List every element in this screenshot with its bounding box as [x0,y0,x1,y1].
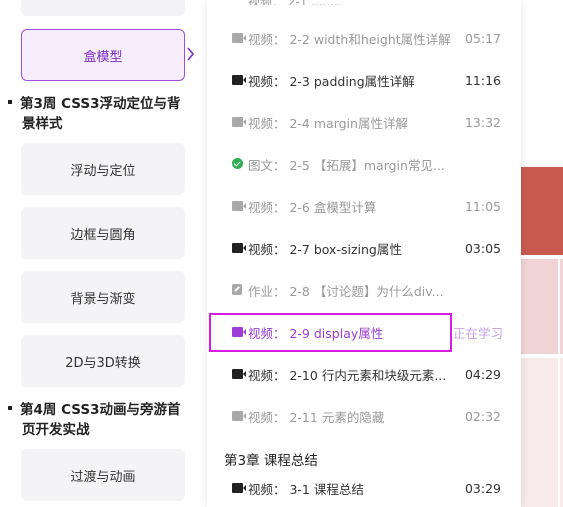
outline-card-previous[interactable] [21,0,185,16]
edit-task-icon [232,284,242,295]
lesson-title: 视频： 2-6 盒模型计算 [248,199,377,215]
week3-title-line2: 景样式 [22,116,63,132]
lesson-title: 视频： 2-2 width和height属性详解 [248,31,451,47]
lesson-duration: 02:32 [464,408,501,424]
lesson-row[interactable]: 视频： 2-4 margin属性详解 13:32 [207,110,521,134]
lesson-row[interactable]: 视频： 2-2 width和height属性详解 05:17 [207,26,521,50]
video-icon [232,33,246,43]
lesson-row[interactable]: 视频： 2-7 box-sizing属性 03:05 [207,236,521,260]
week4-title-line2: 页开发实战 [22,422,90,438]
lesson-title: 视频： 2-7 box-sizing属性 [248,241,402,257]
lesson-title: 视频： 2-10 行内元素和块级元素... [248,367,447,383]
week3-title-line1: 第3周 CSS3浮动定位与背 [20,96,181,112]
lesson-list-panel: 视频： 2-1 ........ 视频： 2-2 width和height属性详… [207,0,521,507]
lesson-row[interactable]: 视频： 2-11 元素的隐藏 02:32 [207,404,521,428]
lesson-row[interactable]: 视频： 2-10 行内元素和块级元素... 04:29 [207,362,521,386]
outline-card-2d-3d-transform[interactable]: 2D与3D转换 [21,335,185,387]
video-icon [232,411,246,421]
lesson-duration: 05:17 [464,30,501,46]
video-icon [232,369,246,379]
bullet-icon [8,100,12,104]
now-learning-badge: 正在学习 [453,325,504,341]
video-icon [232,483,246,493]
lesson-duration: 13:32 [464,114,501,130]
highlight-box [209,313,452,352]
lesson-duration: 11:16 [464,72,501,88]
lesson-title: 作业： 2-8 【讨论题】为什么div... [248,283,444,299]
decorative-block [521,259,558,354]
outline-card-background-gradient[interactable]: 背景与渐变 [21,271,185,323]
video-icon [232,117,246,127]
decorative-block [521,167,563,255]
lesson-title: 图文： 2-5 【拓展】margin常见... [248,157,445,173]
lesson-row-partial: 视频： 2-1 ........ [207,0,521,5]
lesson-title: 视频： 2-3 padding属性详解 [248,73,415,89]
bullet-icon [8,406,12,410]
lesson-row[interactable]: 视频： 2-6 盒模型计算 11:05 [207,194,521,218]
week4-title: 第4周 CSS3动画与旁游首 页开发实战 [8,400,198,440]
chevron-right-icon [186,46,198,62]
course-outline-sidebar: 盒模型 第3周 CSS3浮动定位与背 景样式 浮动与定位 边框与圆角 背景与渐变… [0,0,200,507]
decorative-block [521,358,558,507]
outline-card-border-radius[interactable]: 边框与圆角 [21,207,185,259]
video-icon [232,201,246,211]
outline-card-transition-animation[interactable]: 过渡与动画 [21,449,185,501]
check-circle-icon [232,158,243,169]
lesson-row[interactable]: 作业： 2-8 【讨论题】为什么div... [207,278,521,302]
lesson-duration: 04:29 [464,366,501,382]
week3-title: 第3周 CSS3浮动定位与背 景样式 [8,94,198,134]
outline-card-box-model[interactable]: 盒模型 [21,29,185,81]
video-icon [232,75,246,85]
lesson-row[interactable]: 图文： 2-5 【拓展】margin常见... [207,152,521,176]
lesson-row[interactable]: 视频： 3-1 课程总结 03:29 [207,476,521,500]
lesson-duration: 03:29 [464,480,501,496]
lesson-duration: 11:05 [464,198,501,214]
week4-title-line1: 第4周 CSS3动画与旁游首 [20,402,181,418]
outline-card-float-position[interactable]: 浮动与定位 [21,143,185,195]
lesson-row[interactable]: 视频： 2-3 padding属性详解 11:16 [207,68,521,92]
lesson-duration: 03:05 [464,240,501,256]
lesson-title: 视频： 2-11 元素的隐藏 [248,409,385,425]
video-icon [232,243,246,253]
lesson-title: 视频： 3-1 课程总结 [248,481,364,497]
chapter-title: 第3章 课程总结 [224,453,318,469]
lesson-title: 视频： 2-4 margin属性详解 [248,115,408,131]
